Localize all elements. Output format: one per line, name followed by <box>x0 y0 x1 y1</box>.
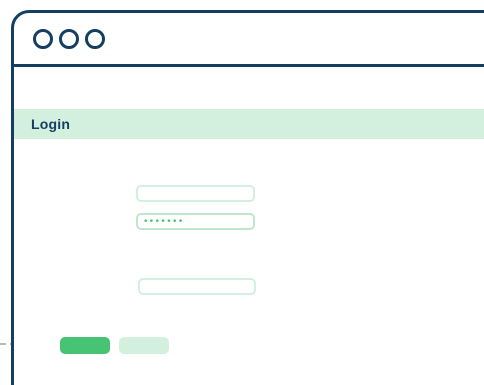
primary-button[interactable] <box>60 337 110 354</box>
extra-field[interactable] <box>138 278 256 295</box>
browser-window: Login ••••••• <box>11 10 484 385</box>
window-dot-icon[interactable] <box>85 29 105 49</box>
login-header: Login <box>14 109 484 139</box>
screen: Login ••••••• <box>0 0 484 385</box>
password-mask: ••••••• <box>143 217 184 227</box>
window-controls <box>33 29 105 49</box>
page-title: Login <box>31 116 71 132</box>
password-field[interactable]: ••••••• <box>136 213 255 230</box>
username-field[interactable] <box>136 185 255 202</box>
window-dot-icon[interactable] <box>59 29 79 49</box>
titlebar-divider <box>14 64 484 67</box>
window-dot-icon[interactable] <box>33 29 53 49</box>
secondary-button[interactable] <box>119 337 169 354</box>
